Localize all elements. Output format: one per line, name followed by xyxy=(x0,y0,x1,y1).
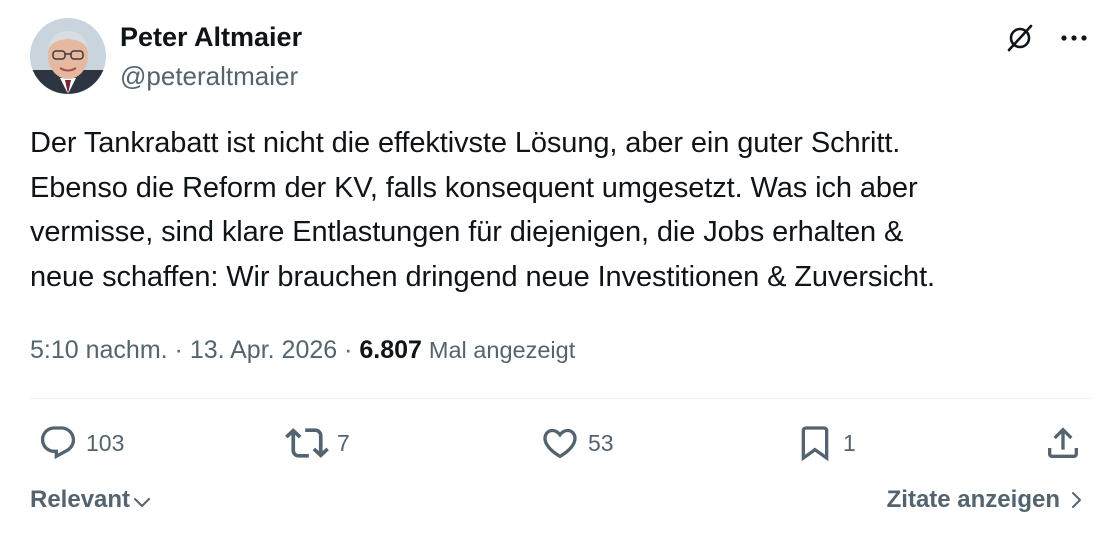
tweet-line: Ebenso die Reform der KV, falls konseque… xyxy=(30,171,918,204)
reply-bubble-icon xyxy=(40,426,76,460)
bookmark-count: 1 xyxy=(843,429,856,456)
divider xyxy=(30,398,1092,399)
chevron-right-icon xyxy=(1072,492,1081,508)
views-label: Mal angezeigt xyxy=(428,337,576,363)
bookmark-button[interactable]: 1 xyxy=(795,420,856,466)
tweet-line: neue schaffen: Wir brauchen dringend neu… xyxy=(30,260,936,293)
meta-separator: · xyxy=(167,336,190,364)
tweet-text: Der Tankrabatt ist nicht die effektivste… xyxy=(30,121,1090,299)
avatar-image xyxy=(30,18,106,94)
grok-icon[interactable] xyxy=(1003,21,1037,55)
reply-button[interactable]: 103 xyxy=(38,420,124,466)
sort-relevant-button[interactable]: Relevant xyxy=(30,486,152,514)
retweet-count: 7 xyxy=(337,429,350,456)
heart-icon xyxy=(543,428,577,459)
retweet-button[interactable]: 7 xyxy=(285,420,350,466)
view-quotes-link[interactable]: Zitate anzeigen xyxy=(887,486,1086,514)
avatar[interactable] xyxy=(30,18,106,94)
like-count: 53 xyxy=(588,429,614,456)
more-dots-icon[interactable] xyxy=(1057,21,1091,55)
views-count: 6.807 xyxy=(359,336,422,364)
tweet-time[interactable]: 5:10 nachm. xyxy=(30,336,168,364)
tweet-line: Der Tankrabatt ist nicht die effektivste… xyxy=(30,127,901,159)
author-handle[interactable]: @peteraltmaier xyxy=(120,59,298,93)
tweet-date[interactable]: 13. Apr. 2026 xyxy=(190,336,337,364)
retweet-arrows-icon xyxy=(285,428,329,458)
bookmark-icon xyxy=(801,426,829,462)
sort-label: Relevant xyxy=(30,486,131,513)
share-button[interactable] xyxy=(1043,420,1083,466)
like-button[interactable]: 53 xyxy=(540,420,614,466)
reply-count: 103 xyxy=(86,429,125,456)
tweet-meta: 5:10 nachm. · 13. Apr. 2026 · 6.807 Mal … xyxy=(30,333,575,367)
meta-separator: · xyxy=(337,336,360,364)
tweet-line: vermisse, sind klare Entlastungen für di… xyxy=(30,216,904,248)
chevron-down-icon xyxy=(134,497,151,507)
author-name[interactable]: Peter Altmaier xyxy=(120,20,302,54)
quotes-label: Zitate anzeigen xyxy=(886,486,1060,513)
share-upload-icon xyxy=(1048,427,1078,458)
